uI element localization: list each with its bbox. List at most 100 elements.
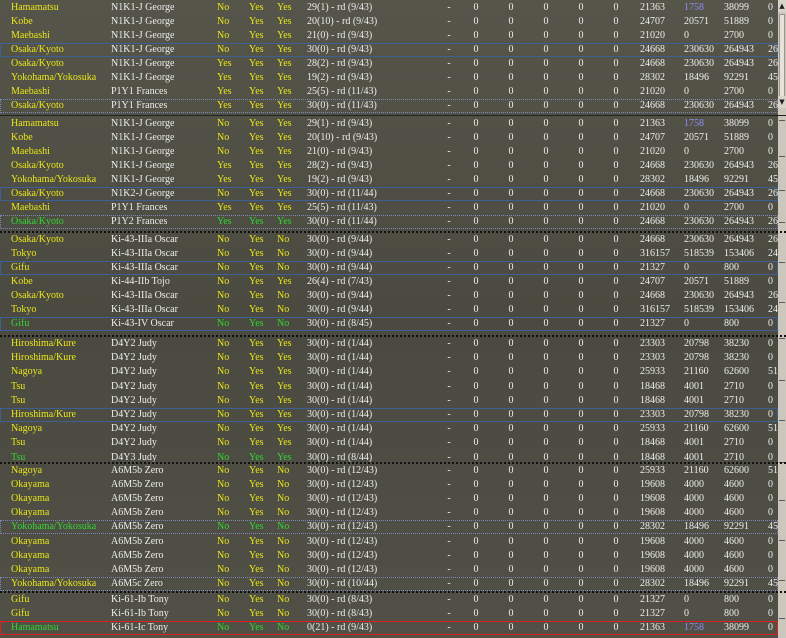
val-l: 0 (684, 146, 689, 157)
scrollbar[interactable]: ▲ ▼ (778, 0, 786, 638)
table-row[interactable]: Tokyo Ki-43-IIIa Oscar No Yes No 30(0) - rd (… (0, 303, 786, 317)
table-row[interactable]: Nagoya D4Y2 Judy No Yes Yes 30(0) - rd (1/44)… (0, 422, 778, 436)
base-name: Okayama (11, 563, 50, 575)
table-row[interactable]: Nagoya D4Y2 Judy No Yes Yes 30(0) - rd (1/44)… (0, 365, 778, 379)
table-row[interactable]: Gifu Ki-43-IIIa Oscar No Yes No 30(0) - rd (9… (0, 261, 778, 275)
val-k: 24668 (640, 290, 665, 301)
table-row[interactable]: Hiroshima/Kure D4Y2 Judy No Yes Yes 30(0) - r… (0, 337, 778, 351)
table-row[interactable]: Osaka/Kyoto Ki-43-IIIa Oscar No Yes No 30(0) … (0, 289, 786, 303)
val-f: 0 (473, 622, 479, 633)
base-name: Maebashi (11, 146, 50, 157)
val-g: 0 (508, 2, 514, 13)
val-k: 19608 (640, 507, 665, 519)
val-n: 0 (768, 608, 773, 619)
flag-c: Yes (277, 437, 292, 449)
val-g: 0 (508, 86, 514, 97)
flag-c: Yes (277, 2, 292, 13)
aircraft-type: Ki-43-IIIa Oscar (111, 248, 178, 259)
flag-a: No (217, 535, 230, 547)
table-row[interactable]: Hamamatsu N1K1-J George No Yes Yes 29(1) - rd… (0, 1, 778, 15)
val-i: 0 (578, 479, 584, 491)
table-row[interactable]: Kobe N1K1-J George No Yes Yes 20(10) - rd (9/… (0, 131, 778, 145)
table-row[interactable]: Kobe N1K1-J George No Yes Yes 20(10) - rd (9/… (0, 15, 778, 29)
scroll-down-icon[interactable]: ▼ (778, 96, 786, 108)
table-row[interactable]: Osaka/Kyoto P1Y1 Frances Yes Yes Yes 30(0) - … (0, 99, 786, 113)
table-row[interactable]: Maebashi N1K1-J George No Yes Yes 21(0) - rd … (0, 29, 778, 43)
flag-c: Yes (277, 44, 292, 55)
val-k: 19608 (640, 563, 665, 575)
val-l: 4001 (684, 394, 704, 406)
table-row[interactable]: Osaka/Kyoto N1K2-J George No Yes Yes 30(0) - … (0, 187, 786, 201)
table-row[interactable]: Yokohama/Yokosuka N1K1-J George Yes Yes Yes 1… (0, 173, 786, 187)
flag-a: No (217, 594, 230, 605)
val-h: 0 (543, 160, 549, 171)
val-m: 2710 (724, 437, 744, 449)
val-f: 0 (473, 521, 479, 533)
table-row[interactable]: Gifu Ki-43-IV Oscar No Yes No 30(0) - rd (8/4… (0, 317, 778, 331)
flag-b: Yes (249, 465, 264, 476)
table-row[interactable]: Maebashi P1Y1 Frances Yes Yes Yes 25(5) - rd … (0, 201, 778, 215)
flag-a: No (217, 409, 230, 420)
val-g: 0 (508, 118, 514, 129)
dash: - (447, 146, 451, 157)
val-l: 1758 (684, 118, 704, 129)
val-k: 19608 (640, 493, 665, 505)
group-separator (0, 591, 786, 593)
table-row[interactable]: Hiroshima/Kure D4Y2 Judy No Yes Yes 30(0) - r… (0, 408, 778, 422)
val-l: 4000 (684, 479, 704, 491)
table-row[interactable]: Tsu D4Y2 Judy No Yes Yes 30(0) - rd (1/44) - 0 0… (0, 436, 778, 450)
val-f: 0 (473, 72, 479, 83)
table-row[interactable]: Okayama A6M5b Zero No Yes No 30(0) - rd (12/4… (0, 492, 778, 506)
table-row[interactable]: Tsu D4Y2 Judy No Yes Yes 30(0) - rd (1/44) - 0 0… (0, 380, 778, 394)
table-row[interactable]: Okayama A6M5b Zero No Yes No 30(0) - rd (12/4… (0, 549, 778, 563)
table-row[interactable]: Tokyo Ki-43-IIIa Oscar No Yes No 30(0) - rd (… (0, 247, 786, 261)
val-l: 0 (684, 262, 689, 273)
dash: - (447, 423, 451, 435)
table-row[interactable]: Gifu Ki-61-Ib Tony No Yes No 30(0) - rd (8/43… (0, 607, 778, 621)
val-i: 0 (578, 318, 584, 329)
table-row[interactable]: Gifu Ki-61-Ib Tony No Yes No 30(0) - rd (8/43… (0, 593, 778, 607)
table-row[interactable]: Hamamatsu N1K1-J George No Yes Yes 29(1) - rd… (0, 117, 778, 131)
readiness: 30(0) - rd (12/43) (307, 465, 378, 476)
table-row[interactable]: Osaka/Kyoto N1K1-J George Yes Yes Yes 28(2) -… (0, 57, 786, 71)
table-row[interactable]: Okayama A6M5b Zero No Yes No 30(0) - rd (12/4… (0, 563, 778, 577)
scroll-up-icon[interactable]: ▲ (778, 0, 786, 12)
table-row[interactable]: Kobe Ki-44-IIb Tojo No Yes Yes 26(4) - rd (7/… (0, 275, 778, 289)
table-row[interactable]: Tsu D4Y2 Judy No Yes Yes 30(0) - rd (1/44) - 0 0… (0, 394, 778, 408)
table-row[interactable]: Maebashi N1K1-J George No Yes Yes 21(0) - rd … (0, 145, 778, 159)
val-f: 0 (473, 380, 479, 392)
table-row[interactable]: Nagoya A6M5b Zero No Yes No 30(0) - rd (12/43… (0, 464, 778, 478)
scroll-thumb[interactable] (779, 14, 785, 102)
base-name: Osaka/Kyoto (11, 100, 64, 111)
aircraft-type: N1K1-J George (111, 44, 175, 55)
val-i: 0 (578, 44, 584, 55)
val-l: 230630 (684, 216, 714, 227)
val-m: 2700 (724, 30, 744, 41)
val-m: 800 (724, 594, 739, 605)
table-row[interactable]: Yokohama/Yokosuka N1K1-J George Yes Yes Yes 1… (0, 71, 786, 85)
table-row[interactable]: Osaka/Kyoto N1K1-J George No Yes Yes 30(0) - … (0, 43, 786, 57)
flag-b: Yes (249, 394, 264, 406)
table-row[interactable]: Okayama A6M5b Zero No Yes No 30(0) - rd (12/4… (0, 478, 778, 492)
table-row[interactable]: Okayama A6M5b Zero No Yes No 30(0) - rd (12/4… (0, 506, 778, 520)
table-row[interactable]: Osaka/Kyoto N1K1-J George Yes Yes Yes 28(2) -… (0, 159, 786, 173)
flag-b: Yes (249, 132, 264, 143)
table-row[interactable]: Hamamatsu Ki-61-Ic Tony No Yes No 0(21) - rd … (0, 621, 778, 635)
val-i: 0 (578, 608, 584, 619)
val-k: 21327 (640, 594, 665, 605)
val-f: 0 (473, 30, 479, 41)
table-row[interactable]: Hiroshima/Kure D4Y2 Judy No Yes Yes 30(0) - r… (0, 351, 778, 365)
flag-a: No (217, 352, 230, 364)
table-row[interactable]: Yokohama/Yokosuka A6M5b Zero No Yes No 30(0) … (0, 520, 786, 535)
table-row[interactable]: Osaka/Kyoto Ki-43-IIIa Oscar No Yes No 30(0) … (0, 233, 786, 247)
val-k: 21020 (640, 86, 665, 97)
flag-a: No (217, 118, 230, 129)
val-f: 0 (473, 366, 479, 378)
table-row[interactable]: Okayama A6M5b Zero No Yes No 30(0) - rd (12/4… (0, 535, 778, 549)
table-row[interactable]: Maebashi P1Y1 Frances Yes Yes Yes 25(5) - rd … (0, 85, 778, 99)
val-g: 0 (508, 507, 514, 519)
table-row[interactable]: Osaka/Kyoto P1Y2 Frances Yes Yes Yes 30(0) - … (0, 215, 786, 229)
val-j: 0 (613, 276, 619, 287)
flag-a: Yes (217, 86, 232, 97)
table-row[interactable]: Yokohama/Yokosuka A6M5c Zero No Yes No 30(0) … (0, 576, 786, 591)
